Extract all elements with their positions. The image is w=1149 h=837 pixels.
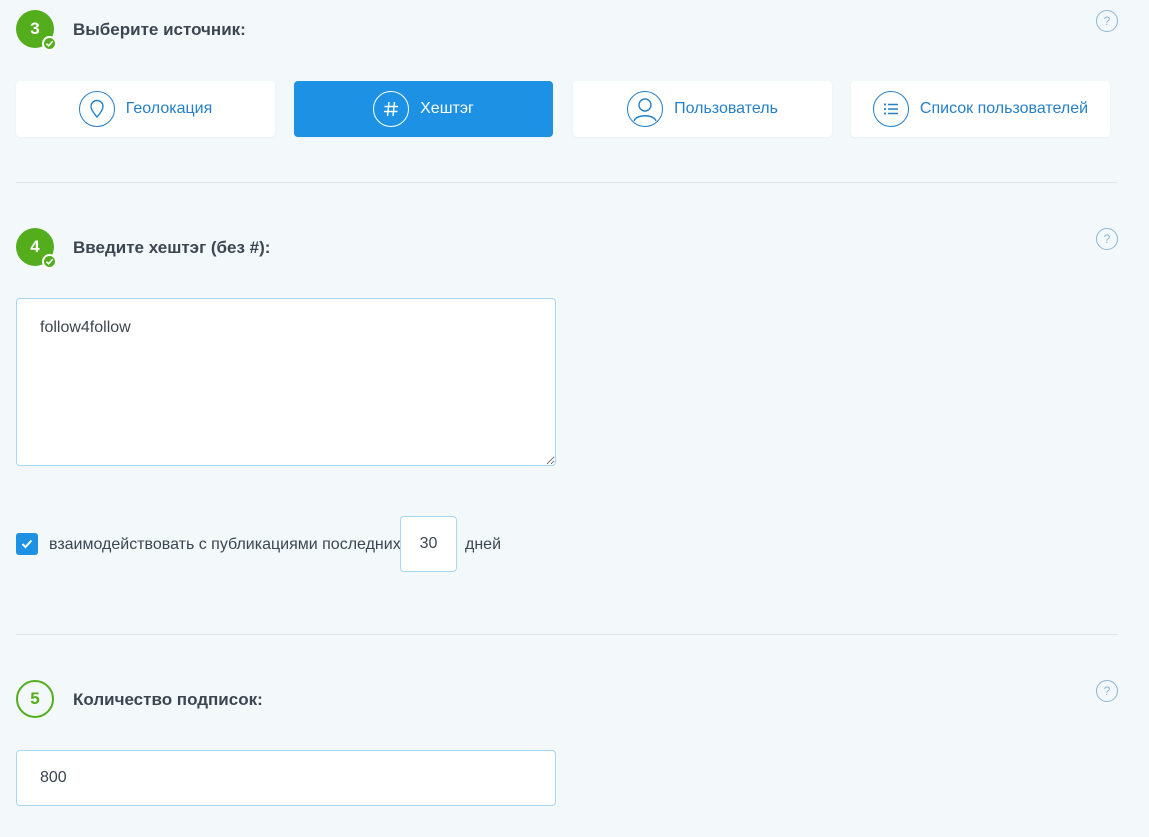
source-label: Пользователь: [674, 100, 778, 117]
help-icon[interactable]: ?: [1096, 10, 1118, 32]
source-hashtag-button[interactable]: Хештэг: [294, 81, 553, 137]
help-icon[interactable]: ?: [1096, 680, 1118, 702]
step-number: 5: [30, 689, 40, 708]
hashtag-icon: [373, 91, 410, 127]
step-5-badge: 5: [16, 680, 54, 718]
source-label: Геолокация: [125, 100, 213, 117]
step-number: 4: [30, 237, 40, 256]
source-label: Список пользователей: [919, 100, 1089, 117]
user-icon: [627, 91, 664, 127]
step-3-title: Выберите источник:: [73, 20, 246, 39]
step-4-badge: 4: [16, 228, 57, 269]
source-selector: Геолокация Хештэг Пользователь Список по…: [16, 81, 1110, 137]
check-icon: [42, 254, 57, 269]
interact-recent-checkbox[interactable]: [16, 533, 38, 555]
hashtag-input[interactable]: follow4follow: [16, 298, 556, 466]
checkmark-icon: [21, 539, 33, 549]
source-geolocation-button[interactable]: Геолокация: [16, 81, 275, 137]
source-user-button[interactable]: Пользователь: [573, 81, 832, 137]
source-label: Хештэг: [420, 100, 474, 117]
step-5-title: Количество подписок:: [73, 690, 263, 709]
follow-count-input[interactable]: [16, 750, 556, 806]
days-input[interactable]: [400, 516, 457, 572]
check-icon: [42, 36, 57, 51]
step-3-badge: 3: [16, 10, 57, 51]
location-pin-icon: [78, 91, 115, 127]
step-4-title: Введите хештэг (без #):: [73, 238, 271, 257]
divider: [16, 634, 1118, 635]
days-label: дней: [465, 536, 502, 553]
divider: [16, 182, 1118, 183]
list-icon: [872, 91, 909, 127]
step-number: 3: [30, 19, 40, 38]
source-user-list-button[interactable]: Список пользователей: [851, 81, 1110, 137]
interact-recent-label: взаимодействовать с публикациями последн…: [49, 536, 401, 553]
help-icon[interactable]: ?: [1096, 228, 1118, 250]
